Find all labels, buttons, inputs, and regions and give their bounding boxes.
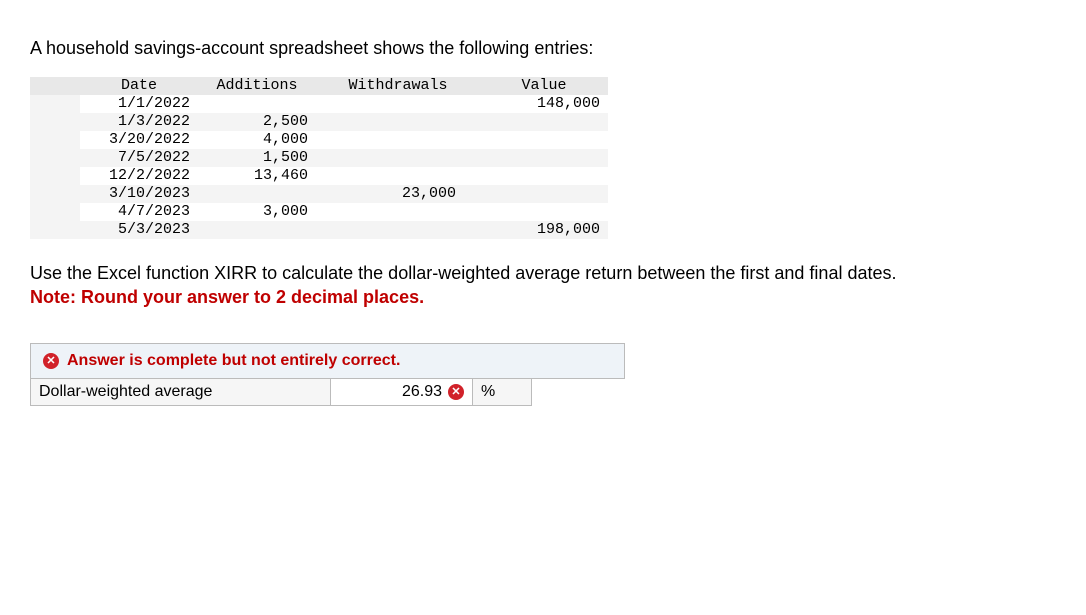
table-row: 4/7/2023 3,000 <box>30 203 608 221</box>
answer-label: Dollar-weighted average <box>31 379 331 406</box>
cell-date: 7/5/2022 <box>80 149 198 167</box>
table-row: 1/3/2022 2,500 <box>30 113 608 131</box>
cell-value <box>480 113 608 131</box>
cell-additions <box>198 221 316 239</box>
cell-date: 12/2/2022 <box>80 167 198 185</box>
answer-box: ✕ Answer is complete but not entirely co… <box>30 343 625 406</box>
cell-value <box>480 149 608 167</box>
ledger-header-row: Date Additions Withdrawals Value <box>30 77 608 95</box>
cell-value <box>480 167 608 185</box>
instruction-text: Use the Excel function XIRR to calculate… <box>30 263 897 283</box>
cell-date: 3/10/2023 <box>80 185 198 203</box>
cell-withdrawals <box>316 149 480 167</box>
cell-additions: 4,000 <box>198 131 316 149</box>
cell-value <box>480 203 608 221</box>
table-row: 7/5/2022 1,500 <box>30 149 608 167</box>
cell-withdrawals <box>316 167 480 185</box>
table-row: 5/3/2023 198,000 <box>30 221 608 239</box>
cell-additions: 1,500 <box>198 149 316 167</box>
col-header-additions: Additions <box>198 77 316 95</box>
answer-unit: % <box>473 379 532 406</box>
cell-value: 148,000 <box>480 95 608 113</box>
cell-additions: 2,500 <box>198 113 316 131</box>
col-header-date: Date <box>80 77 198 95</box>
answer-row: Dollar-weighted average 26.93 ✕ % <box>30 379 625 406</box>
answer-banner: ✕ Answer is complete but not entirely co… <box>30 343 625 379</box>
table-row: 3/20/2022 4,000 <box>30 131 608 149</box>
note-text: Note: Round your answer to 2 decimal pla… <box>30 287 424 307</box>
col-header-value: Value <box>480 77 608 95</box>
cell-withdrawals <box>316 113 480 131</box>
cell-withdrawals <box>316 221 480 239</box>
cell-additions <box>198 185 316 203</box>
ledger-table: Date Additions Withdrawals Value 1/1/202… <box>30 77 608 239</box>
answer-value: 26.93 <box>402 383 442 401</box>
cell-date: 4/7/2023 <box>80 203 198 221</box>
col-header-withdrawals: Withdrawals <box>316 77 480 95</box>
intro-text: A household savings-account spreadsheet … <box>30 38 1056 59</box>
cell-value <box>480 185 608 203</box>
banner-text: Answer is complete but not entirely corr… <box>67 352 400 370</box>
cell-additions <box>198 95 316 113</box>
cell-value: 198,000 <box>480 221 608 239</box>
table-row: 12/2/2022 13,460 <box>30 167 608 185</box>
cell-value <box>480 131 608 149</box>
x-circle-icon: ✕ <box>448 384 464 400</box>
cell-date: 1/1/2022 <box>80 95 198 113</box>
table-row: 1/1/2022 148,000 <box>30 95 608 113</box>
cell-withdrawals <box>316 95 480 113</box>
cell-additions: 3,000 <box>198 203 316 221</box>
cell-date: 1/3/2022 <box>80 113 198 131</box>
cell-withdrawals: 23,000 <box>316 185 480 203</box>
table-row: 3/10/2023 23,000 <box>30 185 608 203</box>
cell-additions: 13,460 <box>198 167 316 185</box>
instruction-block: Use the Excel function XIRR to calculate… <box>30 261 1056 309</box>
cell-date: 5/3/2023 <box>80 221 198 239</box>
x-circle-icon: ✕ <box>43 353 59 369</box>
cell-withdrawals <box>316 131 480 149</box>
answer-value-cell[interactable]: 26.93 ✕ <box>331 379 473 406</box>
cell-withdrawals <box>316 203 480 221</box>
cell-date: 3/20/2022 <box>80 131 198 149</box>
